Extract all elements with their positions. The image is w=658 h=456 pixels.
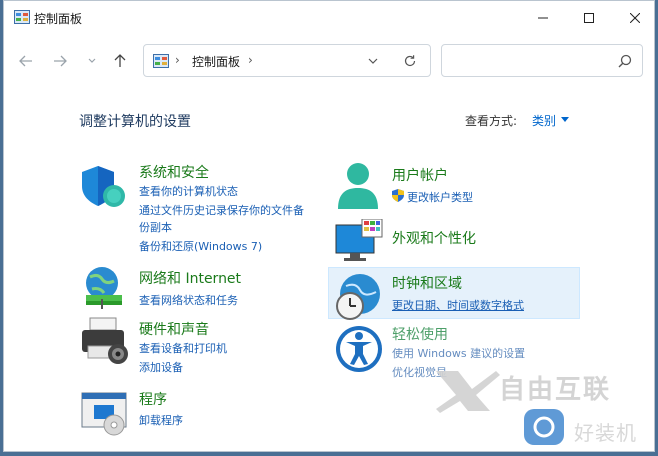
link-change-account-type[interactable]: 更改帐户类型	[407, 189, 473, 205]
arrow-right-icon	[54, 55, 67, 67]
link-view-computer-status[interactable]: 查看你的计算机状态	[139, 183, 238, 199]
address-dropdown-button[interactable]	[364, 52, 382, 70]
link-add-device[interactable]: 添加设备	[139, 359, 183, 375]
monitor-personalization-icon[interactable]	[334, 219, 384, 263]
link-view-network-status[interactable]: 查看网络状态和任务	[139, 292, 238, 308]
chevron-down-icon	[88, 58, 96, 63]
title-bar: 控制面板	[4, 1, 654, 35]
maximize-button[interactable]	[566, 1, 612, 35]
search-box[interactable]	[441, 44, 643, 77]
link-backup-restore[interactable]: 备份和还原(Windows 7)	[139, 238, 262, 254]
uac-shield-icon	[392, 189, 404, 202]
control-panel-window: 控制面板 › 控制面板 › 调整计算机的设置 查看方式: 类别 系统和安全 查看…	[3, 0, 655, 452]
back-button[interactable]	[14, 49, 38, 73]
watermark-logo-icon	[524, 409, 564, 445]
watermark-text: 自由互联	[499, 375, 612, 405]
page-title: 调整计算机的设置	[79, 114, 191, 130]
link-view-devices-printers[interactable]: 查看设备和打印机	[139, 340, 227, 356]
view-by-label: 查看方式:	[465, 114, 518, 128]
control-panel-icon	[153, 54, 169, 68]
arrow-up-icon	[114, 54, 126, 67]
refresh-button[interactable]	[401, 52, 419, 70]
chevron-down-icon	[368, 58, 378, 64]
window-title: 控制面板	[34, 12, 83, 26]
programs-icon[interactable]	[80, 391, 130, 437]
network-globe-icon[interactable]	[80, 265, 128, 309]
link-uninstall-program[interactable]: 卸载程序	[139, 412, 183, 428]
category-user-accounts[interactable]: 用户帐户	[392, 165, 448, 185]
caret-down-icon[interactable]	[561, 117, 569, 123]
category-programs[interactable]: 程序	[139, 389, 167, 409]
ease-of-access-icon[interactable]	[334, 324, 384, 374]
user-account-icon[interactable]	[334, 161, 382, 211]
close-icon	[630, 13, 640, 23]
recent-locations-button[interactable]	[80, 49, 104, 73]
forward-button[interactable]	[48, 49, 72, 73]
category-hardware-sound[interactable]: 硬件和声音	[139, 319, 209, 339]
minimize-button[interactable]	[520, 1, 566, 35]
link-change-date-time-format[interactable]: 更改日期、时间或数字格式	[392, 297, 524, 313]
category-system-security[interactable]: 系统和安全	[139, 162, 209, 182]
clock-globe-icon[interactable]	[334, 272, 384, 322]
category-ease-of-access[interactable]: 轻松使用	[392, 324, 448, 344]
control-panel-icon	[14, 10, 30, 24]
up-button[interactable]	[108, 49, 132, 73]
category-network-internet[interactable]: 网络和 Internet	[139, 268, 241, 288]
shield-icon[interactable]	[80, 164, 128, 210]
arrow-left-icon	[19, 55, 32, 67]
address-bar[interactable]: › 控制面板 ›	[143, 44, 431, 77]
category-appearance-personalization[interactable]: 外观和个性化	[392, 228, 476, 248]
breadcrumb-separator[interactable]: ›	[175, 53, 180, 67]
watermark-text-2: 好装机	[574, 421, 637, 445]
printer-icon[interactable]	[80, 316, 130, 366]
link-file-history-backup[interactable]: 通过文件历史记录保存你的文件备	[139, 202, 304, 218]
search-icon[interactable]	[618, 54, 632, 68]
maximize-icon	[584, 13, 594, 23]
minimize-icon	[538, 17, 548, 19]
link-file-history-backup-cont[interactable]: 份副本	[139, 219, 172, 235]
close-button[interactable]	[612, 1, 654, 35]
x-logo-watermark-icon	[436, 371, 500, 413]
refresh-icon	[404, 55, 416, 67]
breadcrumb-separator[interactable]: ›	[248, 53, 253, 67]
navigation-bar: › 控制面板 ›	[4, 39, 654, 83]
category-clock-region[interactable]: 时钟和区域	[392, 273, 462, 293]
link-use-recommended-settings[interactable]: 使用 Windows 建议的设置	[392, 345, 525, 361]
breadcrumb-control-panel[interactable]: 控制面板	[192, 53, 240, 70]
view-by-dropdown[interactable]: 类别	[532, 112, 556, 129]
